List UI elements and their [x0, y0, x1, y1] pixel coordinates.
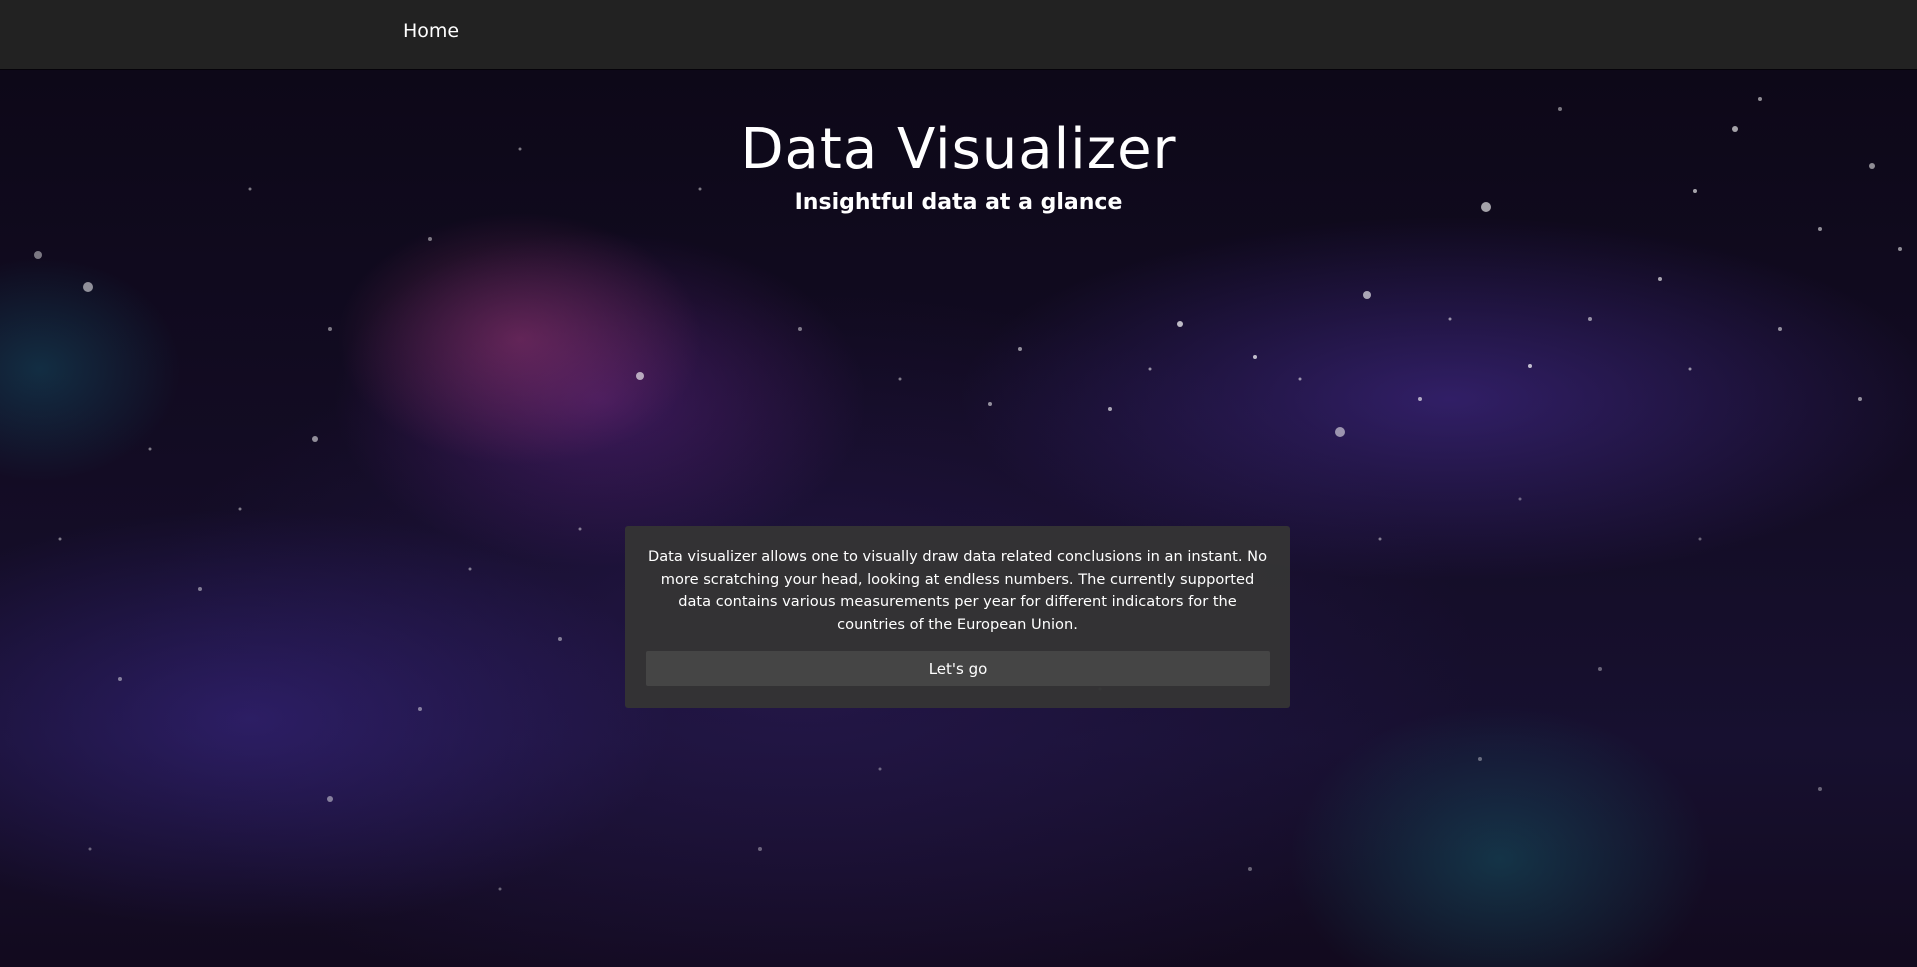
hero-section: Data Visualizer Insightful data at a gla…: [0, 69, 1917, 967]
lets-go-button[interactable]: Let's go: [646, 651, 1270, 686]
intro-card: Data visualizer allows one to visually d…: [625, 526, 1290, 708]
page-subtitle: Insightful data at a glance: [794, 190, 1123, 215]
nav-home-link[interactable]: Home: [403, 20, 459, 42]
page-title: Data Visualizer: [740, 117, 1177, 182]
top-navbar: Home: [0, 0, 1917, 69]
intro-description: Data visualizer allows one to visually d…: [647, 548, 1268, 633]
